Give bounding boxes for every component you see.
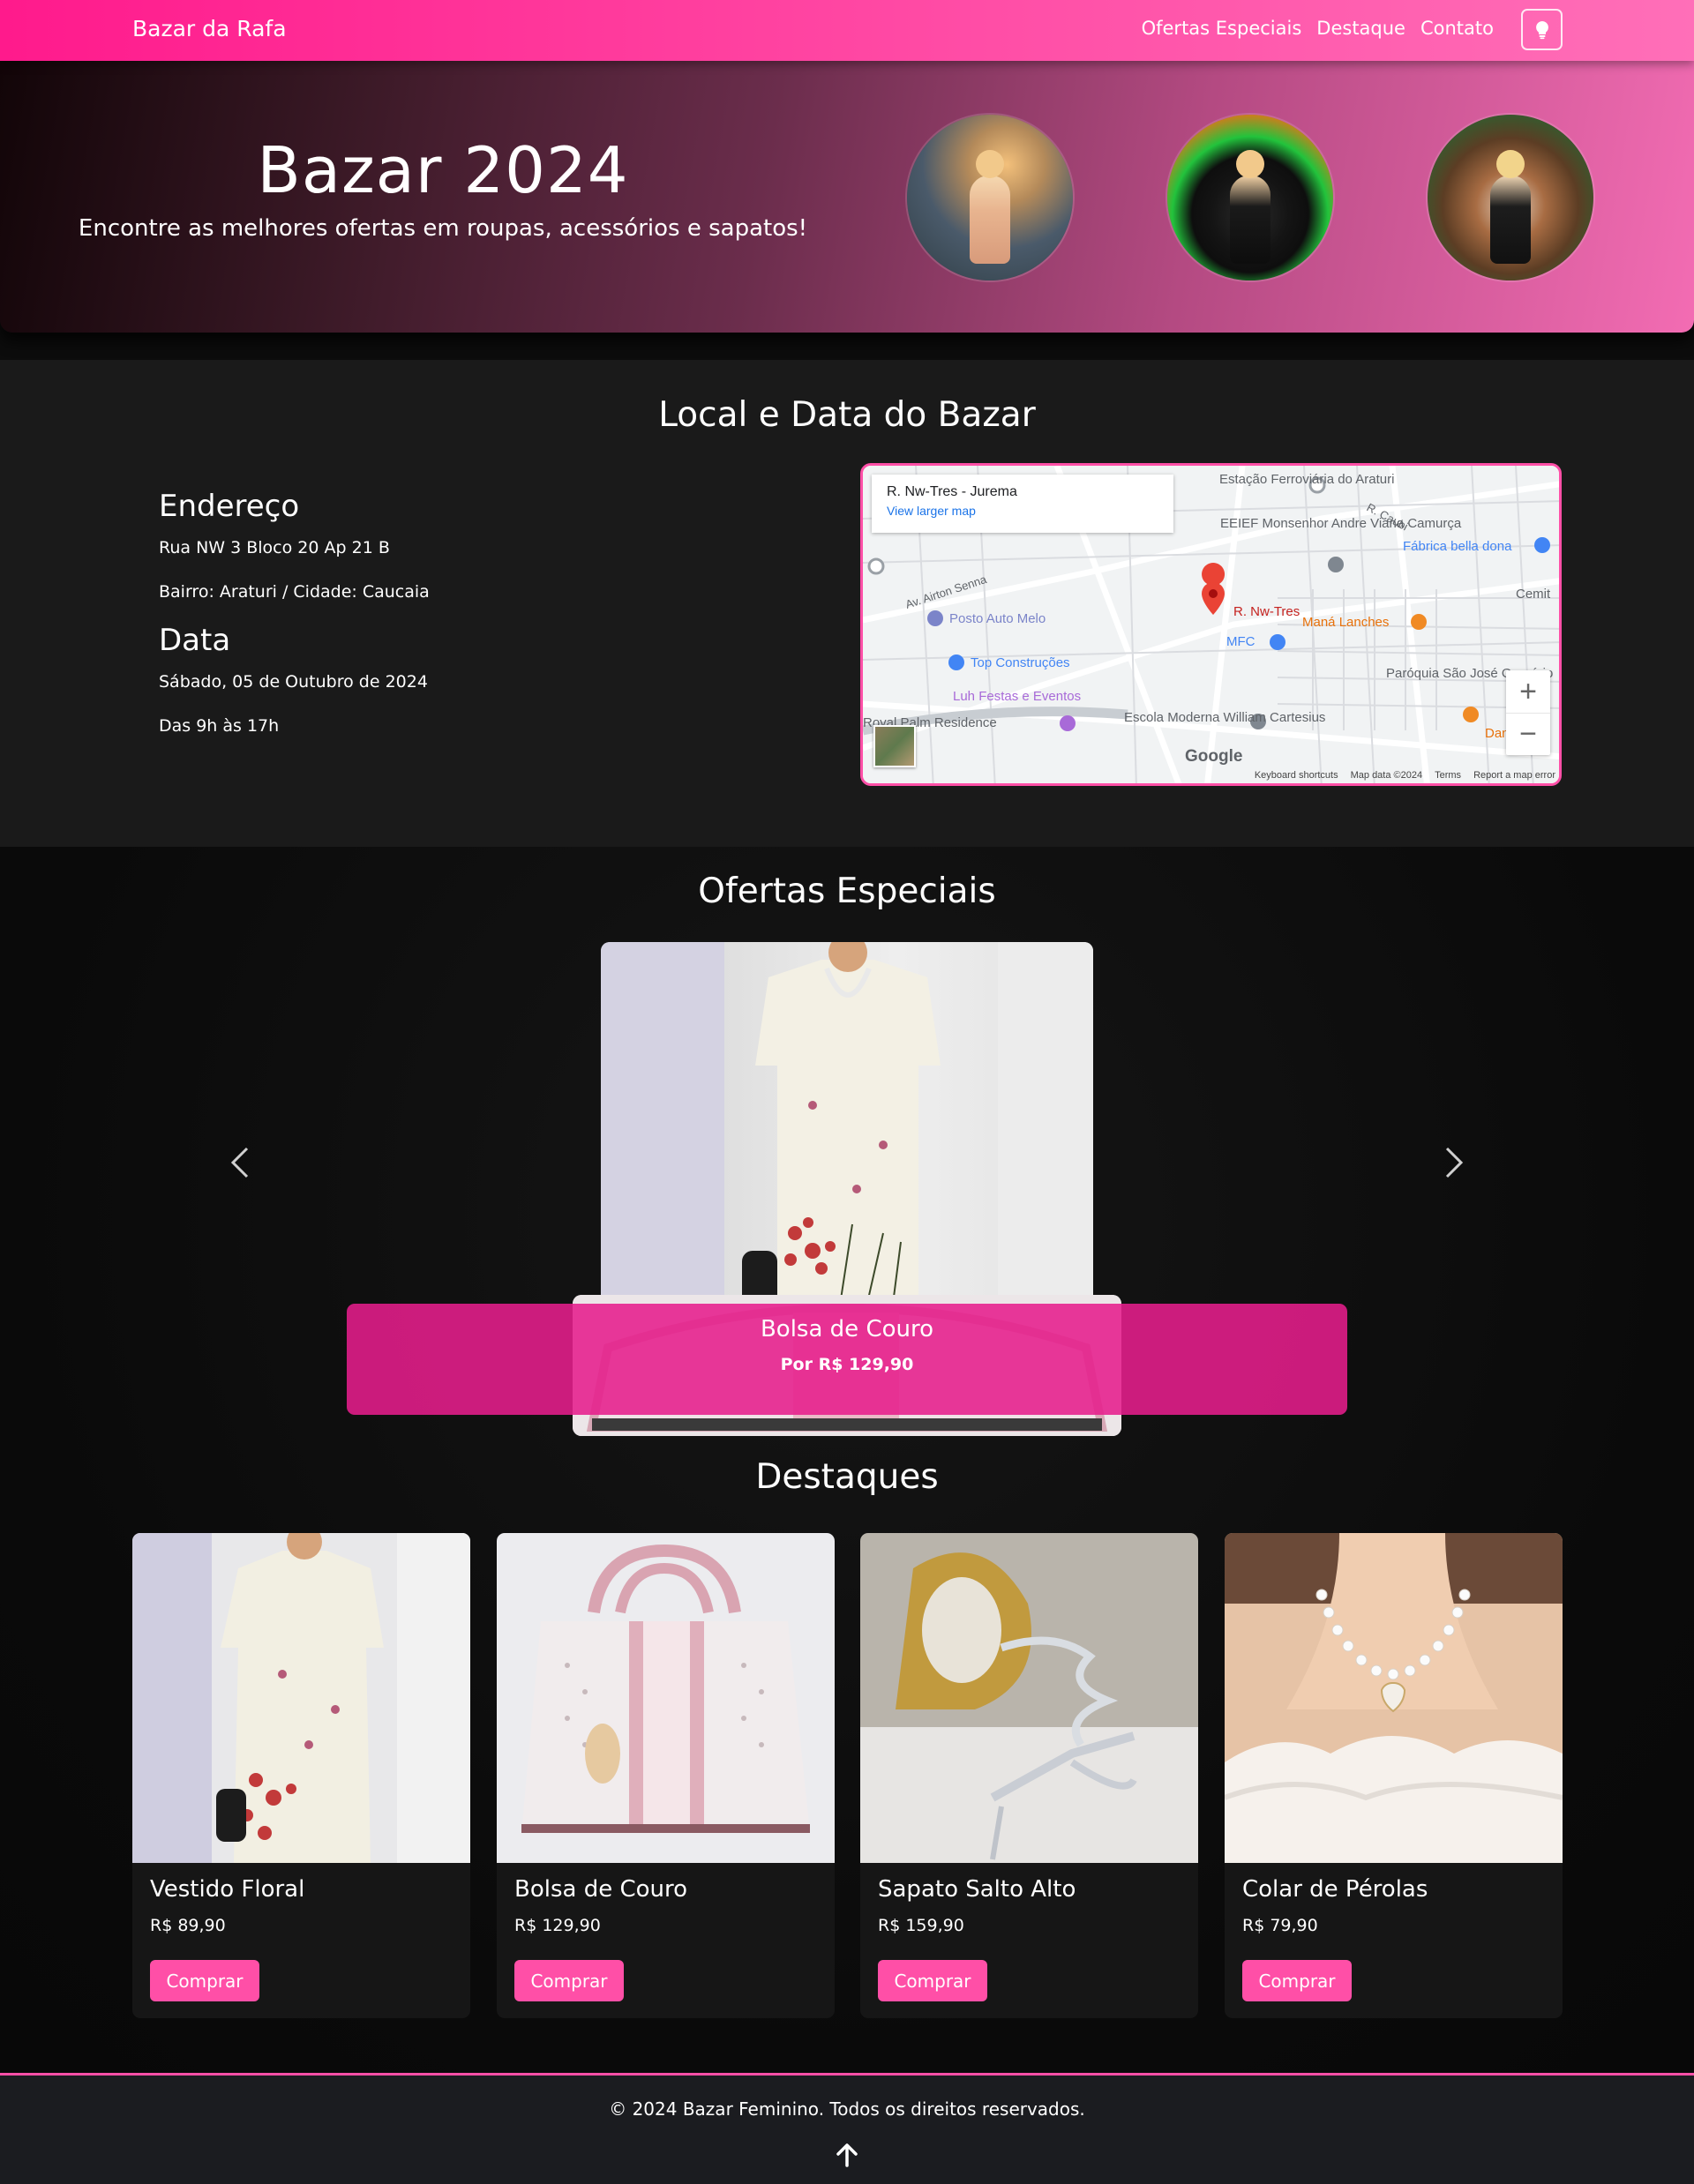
nav-link-ofertas[interactable]: Ofertas Especiais — [1142, 18, 1302, 39]
footer-copyright: © 2024 Bazar Feminino. Todos os direitos… — [609, 2098, 1085, 2120]
back-to-top-button[interactable] — [831, 2139, 863, 2171]
view-larger-map-link[interactable]: View larger map — [887, 504, 1158, 518]
buy-button-bolsa[interactable]: Comprar — [514, 1960, 624, 2001]
product-card-bolsa: Bolsa de Couro R$ 129,90 Comprar — [497, 1533, 835, 2018]
address-line: Rua NW 3 Bloco 20 Ap 21 B — [159, 538, 390, 557]
embedded-map[interactable]: R. Nw-Tres Posto Auto Melo Top Construçõ… — [860, 463, 1562, 786]
product-image-sapato — [860, 1533, 1198, 1863]
brand-link[interactable]: Bazar da Rafa — [132, 16, 287, 41]
product-name: Sapato Salto Alto — [878, 1876, 1076, 1903]
dress-image — [601, 942, 1093, 1311]
map-label-station: Estação Ferroviária do Araturi — [1219, 472, 1394, 487]
carousel-slide-dress — [601, 942, 1093, 1311]
map-label-store: Top Construções — [971, 655, 1070, 670]
carousel-caption-price: Por R$ 129,90 — [780, 1355, 914, 1374]
map-label-shop1: Fábrica bella dona — [1403, 539, 1512, 554]
arrow-up-icon — [836, 2143, 858, 2167]
lightbulb-icon — [1535, 20, 1548, 39]
product-card-sapato: Sapato Salto Alto R$ 159,90 Comprar — [860, 1533, 1198, 2018]
map-label-cemetery: Cemit — [1516, 587, 1551, 602]
offers-title: Ofertas Especiais — [698, 871, 996, 911]
keyboard-shortcuts-link[interactable]: Keyboard shortcuts — [1255, 770, 1338, 781]
map-footer: Keyboard shortcuts Map data ©2024 Terms … — [863, 767, 1559, 783]
map-label-market: MFC — [1226, 634, 1256, 649]
buy-button-vestido[interactable]: Comprar — [150, 1960, 259, 2001]
map-pin-label: R. Nw-Tres — [1233, 604, 1300, 619]
highlights-title: Destaques — [755, 1457, 939, 1497]
hero-photo-1 — [907, 115, 1073, 280]
hero-banner: Bazar 2024 Encontre as melhores ofertas … — [0, 61, 1694, 333]
product-image-vestido — [132, 1533, 470, 1863]
product-price: R$ 129,90 — [514, 1916, 601, 1935]
map-data-text: Map data ©2024 — [1350, 770, 1423, 781]
product-name: Bolsa de Couro — [514, 1876, 688, 1903]
navbar: Bazar da Rafa Ofertas Especiais Destaque… — [0, 0, 1694, 61]
hero-photo-3 — [1428, 115, 1593, 280]
date-heading: Data — [159, 623, 231, 658]
map-place-card: R. Nw-Tres - Jurema View larger map — [872, 475, 1173, 533]
product-card-vestido: Vestido Floral R$ 89,90 Comprar — [132, 1533, 470, 2018]
hero-subtitle: Encontre as melhores ofertas em roupas, … — [78, 215, 808, 242]
offers-carousel: Bolsa de Couro Por R$ 129,90 — [0, 942, 1694, 1445]
map-label-snack: Maná Lanches — [1302, 615, 1389, 630]
product-image-bolsa — [497, 1533, 835, 1863]
product-name: Vestido Floral — [150, 1876, 305, 1903]
terms-link[interactable]: Terms — [1435, 770, 1461, 781]
address-heading: Endereço — [159, 489, 300, 524]
product-image-colar — [1225, 1533, 1563, 1863]
zoom-in-button[interactable]: + — [1506, 670, 1550, 713]
map-label-gas: Posto Auto Melo — [949, 611, 1046, 626]
nav-link-contato[interactable]: Contato — [1420, 18, 1494, 39]
product-card-colar: Colar de Pérolas R$ 79,90 Comprar — [1225, 1533, 1563, 2018]
buy-button-colar[interactable]: Comprar — [1242, 1960, 1352, 2001]
hero-photo-2 — [1167, 115, 1333, 280]
theme-toggle-button[interactable] — [1521, 9, 1563, 50]
hero-title: Bazar 2024 — [257, 133, 629, 207]
buy-button-sapato[interactable]: Comprar — [878, 1960, 987, 2001]
product-price: R$ 89,90 — [150, 1916, 226, 1935]
map-satellite-toggle[interactable] — [873, 725, 916, 767]
chevron-left-icon — [230, 1147, 249, 1178]
carousel-next-button[interactable] — [1428, 1136, 1480, 1189]
nav-links: Ofertas Especiais Destaque Contato — [1142, 18, 1494, 39]
map-label-school1: EEIEF Monsenhor Andre Viana Camurça — [1220, 516, 1462, 531]
offers-section: Ofertas Especiais Bolsa de Couro Por R$ … — [0, 847, 1694, 2073]
carousel-prev-button[interactable] — [214, 1136, 266, 1189]
zoom-out-button[interactable]: − — [1506, 713, 1550, 755]
location-section: Local e Data do Bazar Endereço Rua NW 3 … — [0, 360, 1694, 847]
map-place-title: R. Nw-Tres - Jurema — [887, 484, 1017, 499]
google-logo: Google — [1185, 747, 1243, 766]
map-label-party: Luh Festas e Eventos — [953, 689, 1081, 704]
report-map-error-link[interactable]: Report a map error — [1473, 770, 1555, 781]
neighborhood-line: Bairro: Araturi / Cidade: Caucaia — [159, 582, 430, 602]
product-name: Colar de Pérolas — [1242, 1876, 1428, 1903]
location-title: Local e Data do Bazar — [658, 395, 1036, 435]
product-price: R$ 79,90 — [1242, 1916, 1318, 1935]
map-label-school2: Escola Moderna William Cartesius — [1124, 710, 1325, 725]
map-zoom-control: + − — [1506, 670, 1550, 755]
footer: © 2024 Bazar Feminino. Todos os direitos… — [0, 2073, 1694, 2184]
chevron-right-icon — [1445, 1147, 1464, 1178]
product-price: R$ 159,90 — [878, 1916, 964, 1935]
date-line: Sábado, 05 de Outubro de 2024 — [159, 672, 428, 692]
nav-link-destaque[interactable]: Destaque — [1316, 18, 1405, 39]
carousel-caption-title: Bolsa de Couro — [760, 1316, 934, 1343]
hours-line: Das 9h às 17h — [159, 716, 280, 736]
